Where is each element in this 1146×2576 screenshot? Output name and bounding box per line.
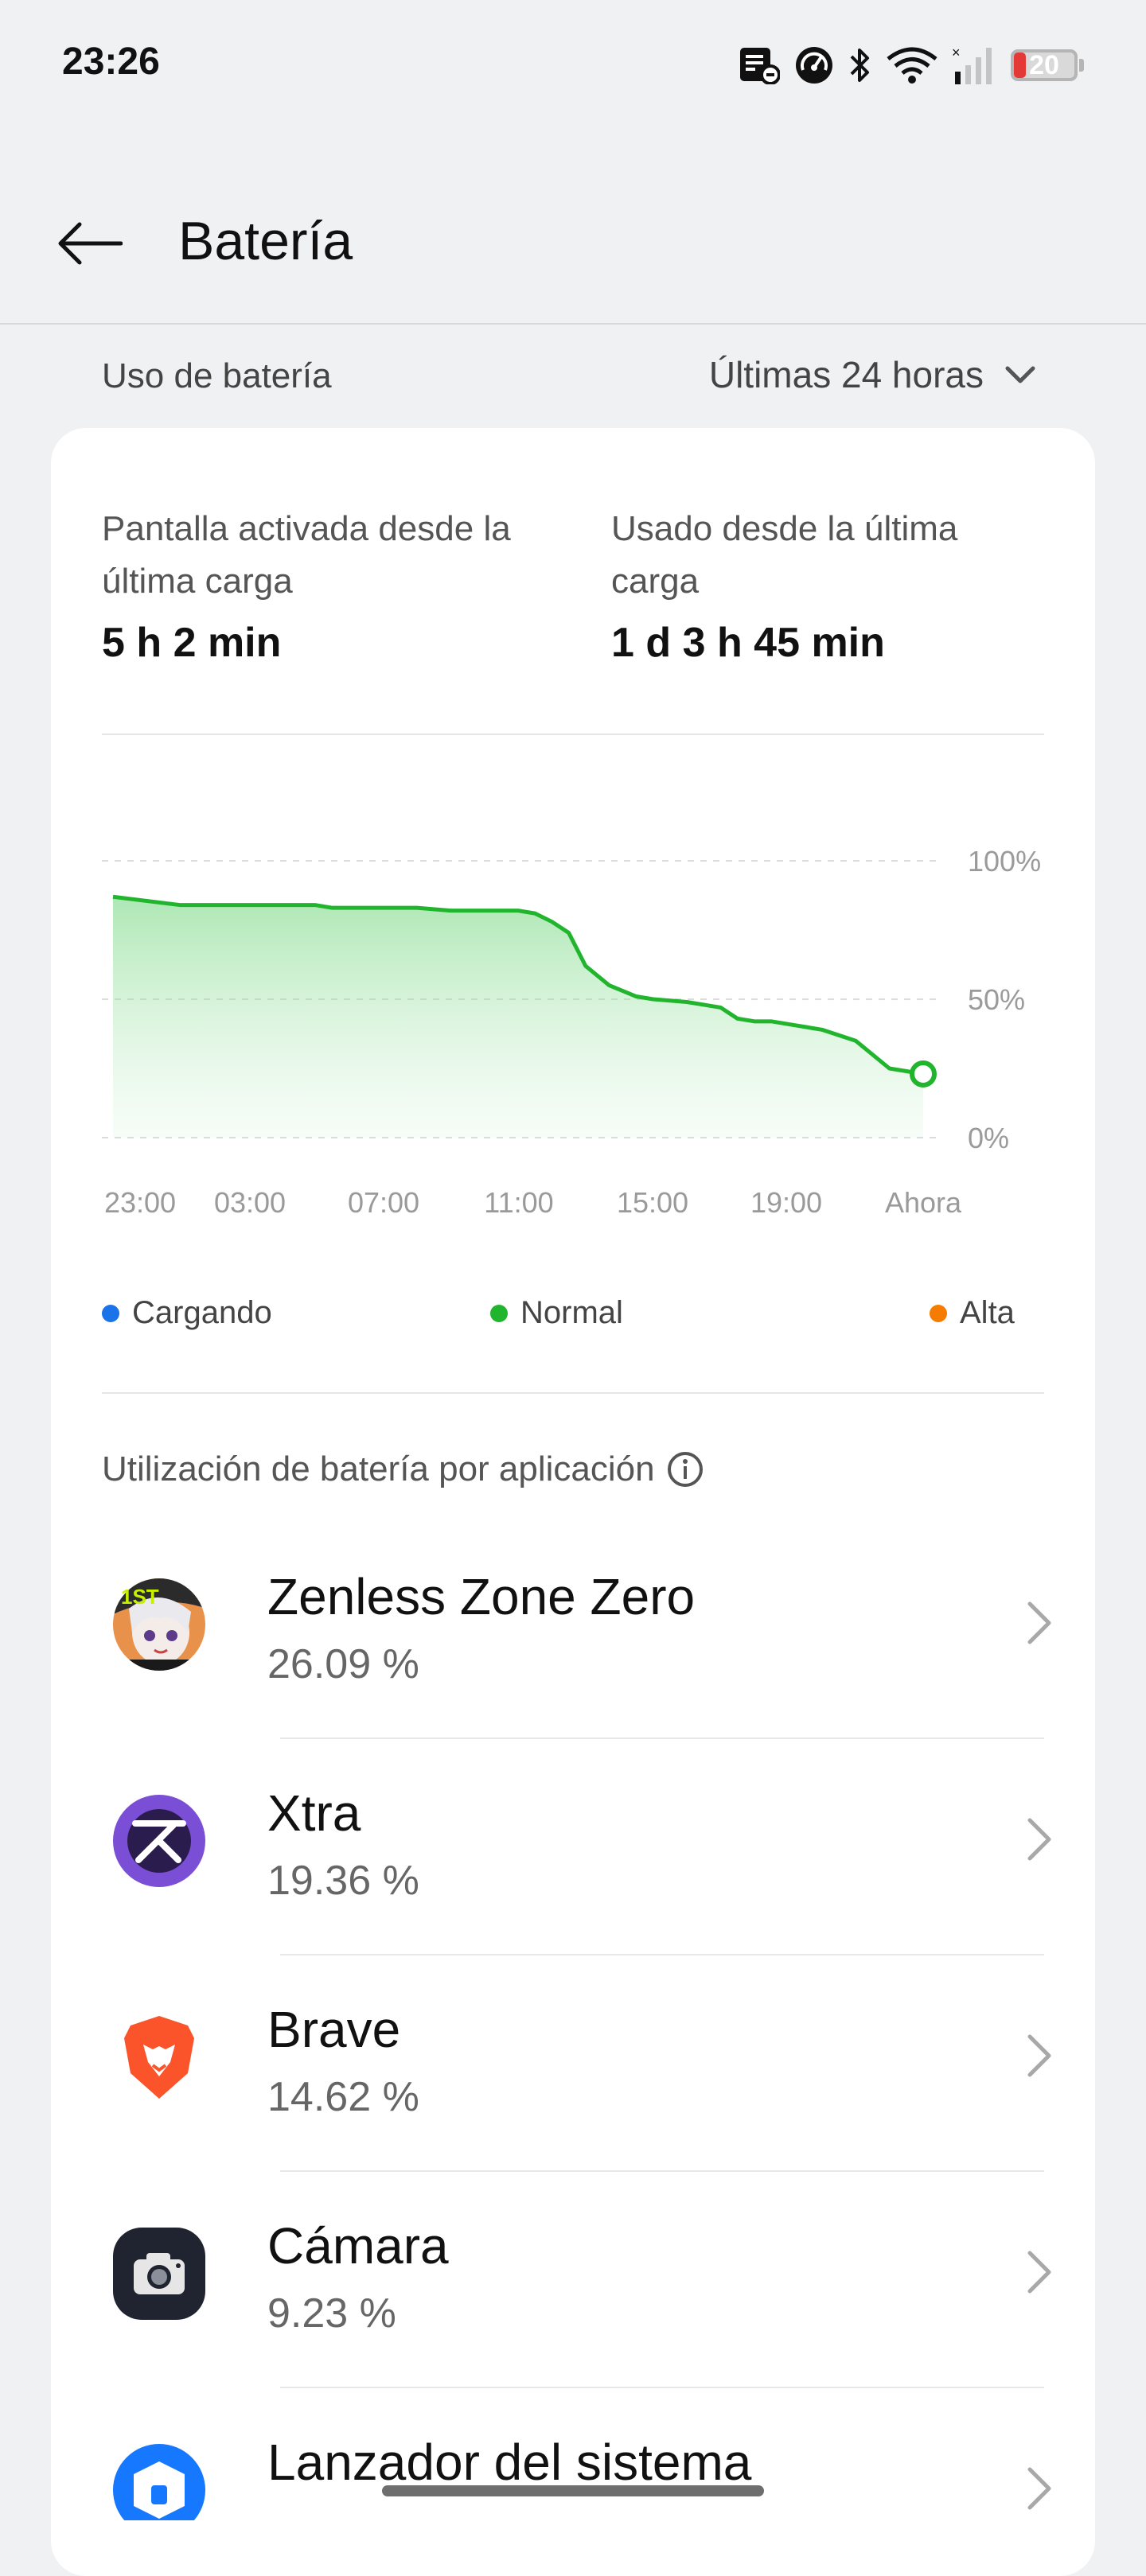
chevron-down-icon [1005,366,1035,383]
x-tick-label: 03:00 [214,1186,286,1219]
legend-charging: Cargando [102,1295,272,1331]
time-range-dropdown[interactable]: Últimas 24 horas [709,353,1036,396]
card-divider [102,733,1044,735]
app-percent: 19.36 % [267,1858,419,1904]
status-time: 23:26 [62,41,160,83]
x-tick-label: 15:00 [617,1186,688,1219]
app-percent: 9.23 % [267,2290,396,2337]
legend-normal-dot [490,1304,508,1322]
battery-usage-label: Uso de batería [102,356,332,395]
x-tick-label: 11:00 [484,1186,553,1219]
system-launcher-icon [111,2442,207,2520]
signal-icon: × [952,45,992,84]
y-tick-label: 100% [968,845,1041,877]
info-icon[interactable] [666,1450,704,1488]
x-tick-label: 07:00 [348,1186,419,1219]
legend-charging-dot [102,1304,119,1322]
legend-high-dot [930,1304,947,1322]
status-icons: × 20 [739,41,1084,89]
speedometer-icon [796,47,832,84]
header-divider [0,323,1146,325]
legend-divider [102,1392,1044,1394]
chevron-right-icon [1027,2034,1051,2077]
legend-normal: Normal [490,1295,623,1331]
x-tick-label: 23:00 [104,1186,176,1219]
screen-on-label: Pantalla activada desde la última carga [102,509,511,601]
zenless-zone-zero-icon: 1ST [111,1577,207,1672]
message-icon [740,48,780,84]
screen-on-value: 5 h 2 min [102,620,282,666]
app-name: Zenless Zone Zero [267,1568,696,1625]
xtra-icon [111,1793,207,1889]
svg-text:×: × [952,45,961,60]
app-usage-title: Utilización de batería por aplicación [102,1449,655,1488]
app-row-brave[interactable]: Brave 14.62 % [51,1955,1095,2172]
legend-high: Alta [930,1295,1015,1331]
app-row-xtra[interactable]: Xtra 19.36 % [51,1739,1095,1955]
app-name: Lanzador del sistema [267,2434,752,2491]
battery-icon: 20 [1011,48,1084,83]
app-row-lanzador-del-sistema[interactable]: Lanzador del sistema [51,2388,1095,2520]
used-since-charge-value: 1 d 3 h 45 min [611,620,885,666]
used-since-charge-label: Usado desde la última carga [611,509,958,601]
battery-area-fill [113,897,923,1138]
zenless-badge: 1ST [121,1585,159,1609]
chevron-right-icon [1027,2467,1051,2510]
used-since-charge-stat: Usado desde la última carga 1 d 3 h 45 m… [611,503,1025,667]
brave-icon [111,2010,207,2105]
app-name: Cámara [267,2217,449,2274]
legend-charging-label: Cargando [132,1295,272,1330]
app-percent: 14.62 % [267,2074,419,2120]
screen-on-stat: Pantalla activada desde la última carga … [102,503,516,667]
legend-normal-label: Normal [520,1295,623,1330]
x-tick-label: Ahora [885,1186,962,1219]
y-tick-label: 50% [968,983,1025,1016]
current-level-marker [910,1060,937,1088]
back-button[interactable] [51,212,127,275]
app-percent: 26.09 % [267,1641,419,1687]
app-row-zenless-zone-zero[interactable]: 1ST Zenless Zone Zero 26.09 % [51,1523,1095,1739]
home-indicator[interactable] [382,2485,764,2496]
battery-level-chart[interactable]: 100% 50% 0% 23:00 03:00 07:00 11:00 15:00 19:00… [0,796,1146,1257]
chevron-right-icon [1027,2251,1051,2294]
chevron-right-icon [1027,1818,1051,1861]
camera-icon [111,2226,207,2321]
x-tick-label: 19:00 [750,1186,822,1219]
wifi-icon [887,47,937,84]
time-range-value: Últimas 24 horas [708,354,984,395]
back-arrow-icon [58,222,123,265]
app-row-camara[interactable]: Cámara 9.23 % [51,2172,1095,2388]
battery-level: 20 [1029,50,1059,80]
app-usage-section-title: Utilización de batería por aplicación [102,1449,704,1489]
y-tick-label: 0% [968,1122,1009,1154]
chevron-right-icon [1027,1601,1051,1644]
page-title: Batería [178,211,353,271]
legend-high-label: Alta [960,1295,1015,1330]
bluetooth-icon [850,49,869,82]
app-name: Brave [267,2001,401,2058]
app-name: Xtra [267,1784,361,1842]
